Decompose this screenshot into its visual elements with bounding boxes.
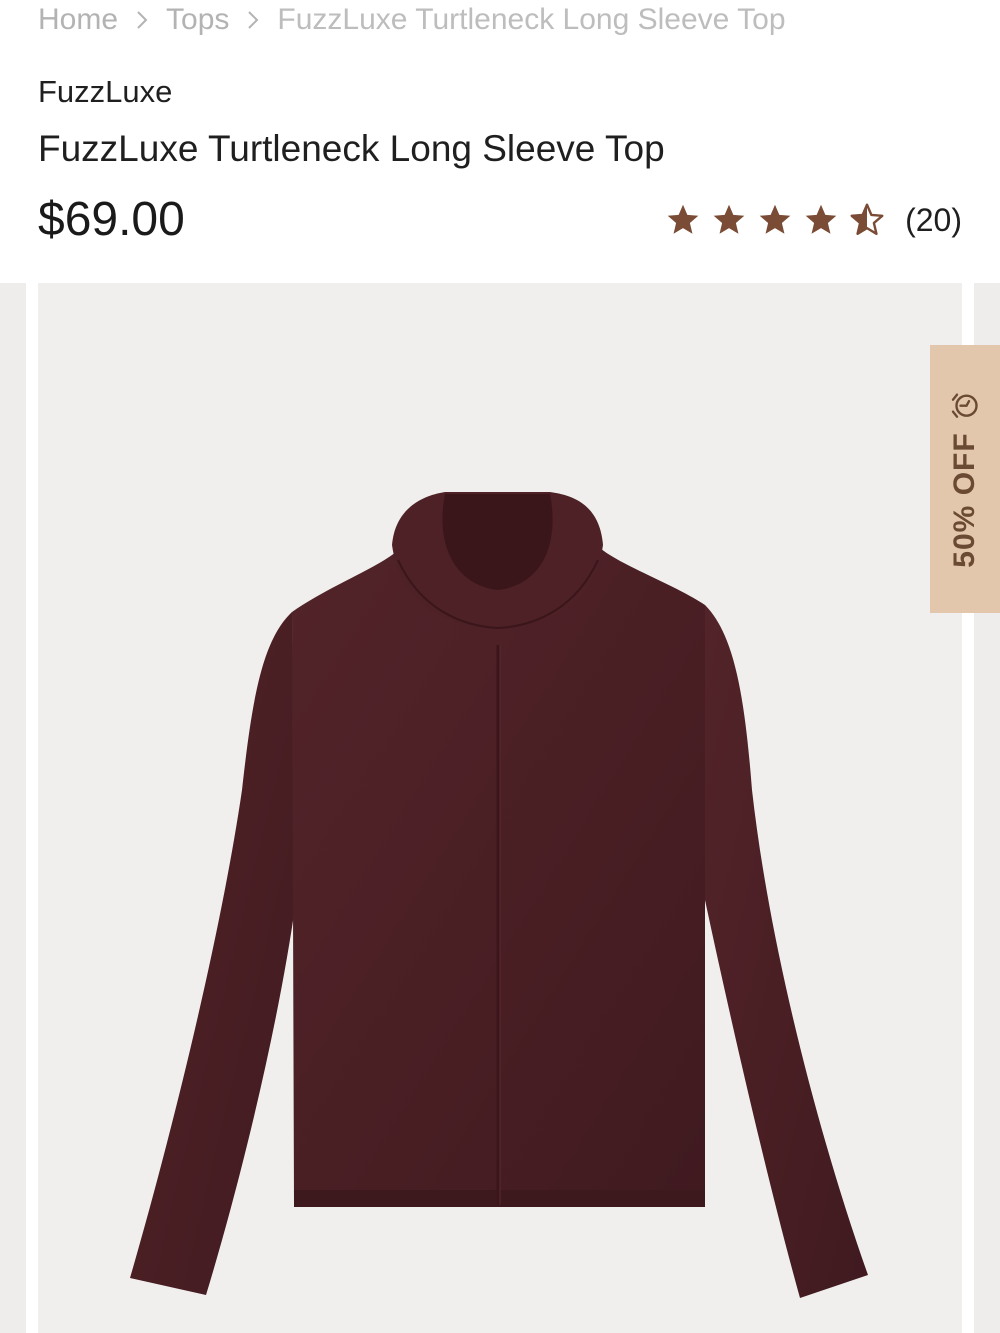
breadcrumb-home-link[interactable]: Home bbox=[38, 3, 118, 37]
product-title: FuzzLuxe Turtleneck Long Sleeve Top bbox=[38, 128, 665, 169]
product-main-image[interactable] bbox=[38, 283, 962, 1333]
chevron-right-icon bbox=[229, 2, 277, 38]
star-full-icon bbox=[805, 204, 837, 234]
discount-badge[interactable]: 50% OFF bbox=[930, 345, 1000, 613]
discount-label: 50% OFF bbox=[948, 432, 981, 568]
brand-link[interactable]: FuzzLuxe bbox=[38, 74, 172, 110]
breadcrumb-tops-link[interactable]: Tops bbox=[166, 3, 229, 37]
star-half-icon bbox=[850, 203, 884, 235]
previous-image-slide[interactable] bbox=[0, 283, 26, 1333]
turtleneck-sweater-image bbox=[130, 492, 868, 1298]
rating-stars bbox=[665, 202, 895, 238]
breadcrumb: Home Tops FuzzLuxe Turtleneck Long Sleev… bbox=[38, 2, 786, 38]
chevron-right-icon bbox=[118, 2, 166, 38]
product-image-gallery[interactable] bbox=[0, 283, 1000, 1333]
star-full-icon bbox=[713, 204, 745, 234]
product-rating[interactable]: (20) bbox=[665, 198, 962, 242]
review-count: (20) bbox=[905, 201, 962, 238]
star-full-icon bbox=[759, 204, 791, 234]
product-price: $69.00 bbox=[38, 193, 185, 246]
star-full-icon bbox=[667, 204, 699, 234]
breadcrumb-current-page: FuzzLuxe Turtleneck Long Sleeve Top bbox=[277, 3, 786, 36]
alarm-clock-icon bbox=[950, 390, 980, 420]
